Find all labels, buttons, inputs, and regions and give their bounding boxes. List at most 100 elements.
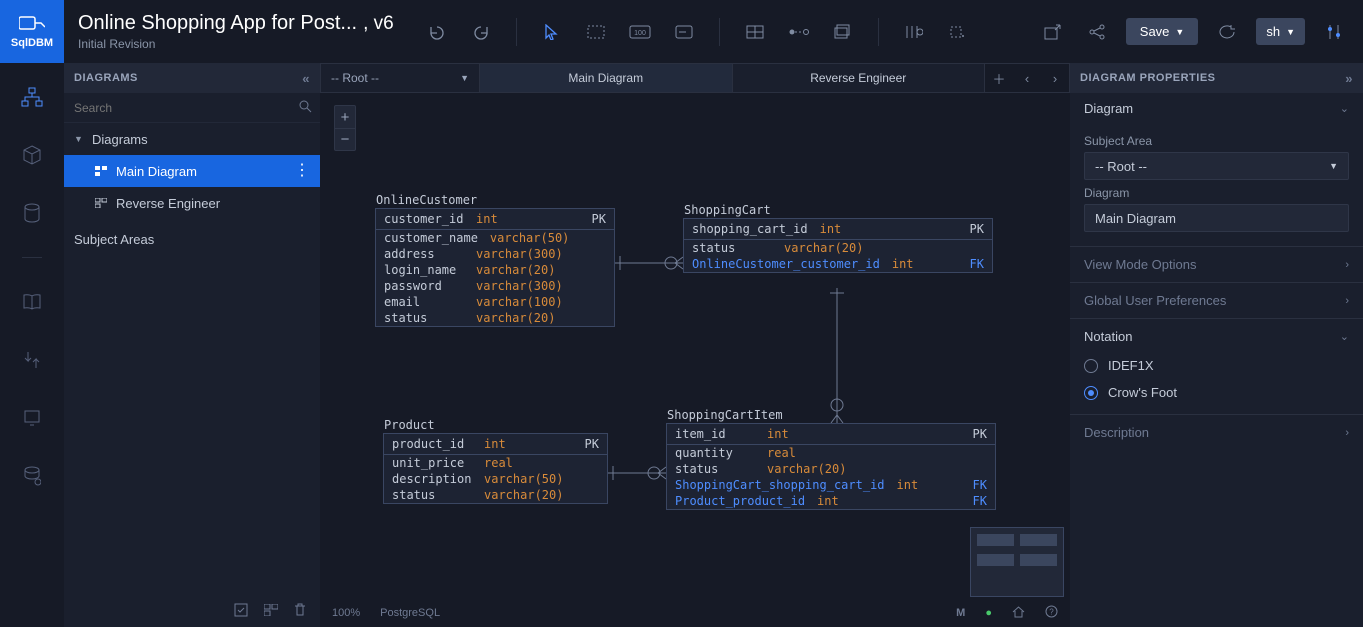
export-icon[interactable]: [1038, 17, 1068, 47]
mode-indicator[interactable]: M: [956, 607, 965, 619]
collapse-left-icon[interactable]: «: [302, 71, 310, 86]
layers-icon[interactable]: [828, 17, 858, 47]
table-pk-row[interactable]: product_idintPK: [384, 434, 607, 454]
collapse-right-icon[interactable]: »: [1345, 71, 1353, 86]
tree-item-reverse-engineer[interactable]: Reverse Engineer: [64, 187, 320, 219]
rail-book-icon[interactable]: [15, 288, 49, 316]
rail-diagrams-icon[interactable]: [15, 83, 49, 111]
radio-idef1x[interactable]: IDEF1X: [1070, 352, 1363, 379]
col-name: customer_id: [384, 212, 464, 226]
footer-icon-1[interactable]: [234, 603, 248, 620]
help-icon[interactable]: ?: [1045, 605, 1058, 621]
redo-icon[interactable]: [466, 17, 496, 47]
tree-item-main-diagram[interactable]: Main Diagram ⋮: [64, 155, 320, 187]
rail-db2-icon[interactable]: [15, 462, 49, 490]
tree-root-diagrams[interactable]: ▼ Diagrams: [64, 123, 320, 155]
section-global-prefs[interactable]: Global User Preferences ›: [1070, 285, 1363, 316]
col-type: int: [817, 494, 839, 508]
next-tab-icon[interactable]: ›: [1041, 71, 1069, 86]
col-name: customer_name: [384, 231, 478, 245]
table-col-row[interactable]: statusvarchar(20): [376, 310, 614, 326]
diagrams-panel-footer: [64, 595, 320, 627]
table-col-row[interactable]: addressvarchar(300): [376, 246, 614, 262]
table-ShoppingCart[interactable]: ShoppingCartshopping_cart_idintPKstatusv…: [683, 218, 993, 273]
relation-icon[interactable]: [784, 17, 814, 47]
col-key: PK: [585, 437, 599, 451]
pointer-icon[interactable]: [537, 17, 567, 47]
subject-area-select[interactable]: -- Root -- ▼: [1084, 152, 1349, 180]
section-view-mode[interactable]: View Mode Options ›: [1070, 249, 1363, 280]
subject-area-label: Subject Area: [1084, 134, 1349, 148]
app-logo[interactable]: SqlDBM: [0, 0, 64, 63]
table-pk-row[interactable]: item_idintPK: [667, 424, 995, 444]
diagram-name-input[interactable]: Main Diagram: [1084, 204, 1349, 232]
table-pk-row[interactable]: customer_idintPK: [376, 209, 614, 229]
section-notation[interactable]: Notation ⌄: [1070, 321, 1363, 352]
table-Product[interactable]: Productproduct_idintPKunit_pricerealdesc…: [383, 433, 608, 504]
table-col-row[interactable]: quantityreal: [667, 445, 995, 461]
rail-compare-icon[interactable]: [15, 346, 49, 374]
rail-cube-icon[interactable]: [15, 141, 49, 169]
svg-text:100: 100: [634, 30, 646, 37]
align-icon[interactable]: [943, 17, 973, 47]
add-tab-icon[interactable]: ＋: [985, 69, 1013, 88]
table-col-row[interactable]: Product_product_idintFK: [667, 493, 995, 509]
zoom-in-button[interactable]: +: [335, 106, 355, 128]
table-col-row[interactable]: OnlineCustomer_customer_idintFK: [684, 256, 992, 272]
rail-database-icon[interactable]: [15, 199, 49, 227]
note-icon[interactable]: [669, 17, 699, 47]
zoom-level[interactable]: 100%: [332, 607, 360, 619]
settings-sliders-icon[interactable]: [1319, 17, 1349, 47]
zoom-out-button[interactable]: −: [335, 128, 355, 150]
table-col-row[interactable]: passwordvarchar(300): [376, 278, 614, 294]
table-col-row[interactable]: descriptionvarchar(50): [384, 471, 607, 487]
col-key: FK: [973, 494, 987, 508]
col-type: int: [892, 257, 914, 271]
more-icon[interactable]: ⋮: [294, 163, 310, 179]
save-button[interactable]: Save ▼: [1126, 18, 1199, 45]
table-col-row[interactable]: unit_pricereal: [384, 455, 607, 471]
table-col-row[interactable]: statusvarchar(20): [384, 487, 607, 503]
prev-tab-icon[interactable]: ‹: [1013, 71, 1041, 86]
footer-icon-2[interactable]: [264, 604, 278, 619]
grid-icon[interactable]: [740, 17, 770, 47]
section-diagram[interactable]: Diagram ⌄: [1070, 93, 1363, 124]
undo-icon[interactable]: [422, 17, 452, 47]
table-col-row[interactable]: login_namevarchar(20): [376, 262, 614, 278]
col-name: status: [692, 241, 772, 255]
table-col-row[interactable]: ShoppingCart_shopping_cart_idintFK: [667, 477, 995, 493]
radio-crowsfoot[interactable]: Crow's Foot: [1070, 379, 1363, 406]
search-icon[interactable]: [299, 100, 312, 116]
tree-subject-areas[interactable]: Subject Areas: [64, 223, 320, 255]
table-col-row[interactable]: statusvarchar(20): [667, 461, 995, 477]
tab-main-diagram[interactable]: Main Diagram: [480, 63, 733, 93]
rail-screen-icon[interactable]: [15, 404, 49, 432]
share-icon[interactable]: [1082, 17, 1112, 47]
sh-button[interactable]: sh ▼: [1256, 18, 1305, 45]
root-selector[interactable]: -- Root -- ▼: [320, 63, 480, 93]
tab-reverse-engineer[interactable]: Reverse Engineer: [733, 63, 986, 93]
chevron-down-icon: ⌄: [1340, 102, 1349, 115]
trash-icon[interactable]: [294, 603, 306, 620]
diagram-canvas[interactable]: + − OnlineCustomercustomer_idintPKcustom…: [320, 93, 1070, 627]
table-col-row[interactable]: customer_namevarchar(50): [376, 230, 614, 246]
chevron-right-icon: ›: [1345, 427, 1349, 439]
section-description[interactable]: Description ›: [1070, 417, 1363, 448]
col-name: product_id: [392, 437, 472, 451]
search-input[interactable]: [64, 93, 320, 122]
tag100-icon[interactable]: 100: [625, 17, 655, 47]
home-icon[interactable]: [1012, 606, 1025, 621]
table-ShoppingCartItem[interactable]: ShoppingCartItemitem_idintPKquantityreal…: [666, 423, 996, 510]
col-type: varchar(50): [484, 472, 563, 486]
table-col-row[interactable]: emailvarchar(100): [376, 294, 614, 310]
minimap[interactable]: [970, 527, 1064, 597]
table-OnlineCustomer[interactable]: OnlineCustomercustomer_idintPKcustomer_n…: [375, 208, 615, 327]
col-name: quantity: [675, 446, 755, 460]
table-pk-row[interactable]: shopping_cart_idintPK: [684, 219, 992, 239]
table-col-row[interactable]: statusvarchar(20): [684, 240, 992, 256]
chevron-right-icon: ›: [1345, 259, 1349, 271]
columns-icon[interactable]: [899, 17, 929, 47]
title-line: Online Shopping App for Post... , v6: [78, 12, 394, 35]
marquee-icon[interactable]: [581, 17, 611, 47]
revert-icon[interactable]: [1212, 17, 1242, 47]
